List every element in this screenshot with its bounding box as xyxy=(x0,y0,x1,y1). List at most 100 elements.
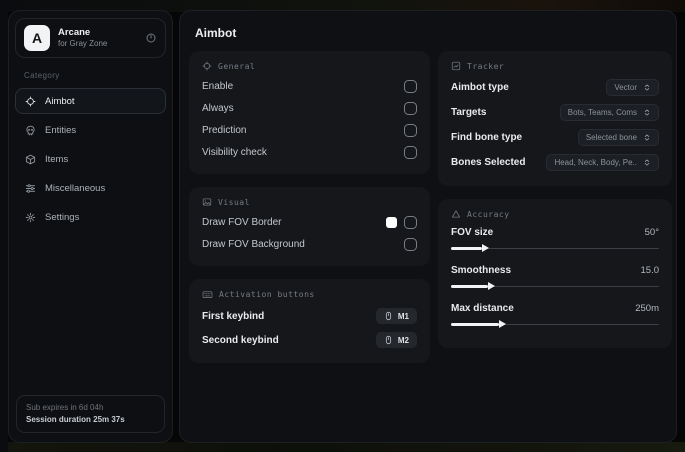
max-distance-slider[interactable] xyxy=(451,319,659,329)
toggle-row-prediction: Prediction xyxy=(202,119,417,141)
trend-icon xyxy=(451,61,461,71)
tracker-row-aimbot-type: Aimbot type Vector xyxy=(451,75,659,100)
slider-fill xyxy=(451,282,496,291)
fov-size-slider[interactable] xyxy=(451,243,659,253)
visual-card: Visual Draw FOV Border Draw FOV Backgrou… xyxy=(189,187,430,266)
app-logo: A xyxy=(24,25,50,51)
find-bone-type-dropdown[interactable]: Selected bone xyxy=(577,129,659,146)
main-panel: Aimbot General Enable Always Prediction … xyxy=(179,10,677,443)
max-distance-control: Max distance 250m xyxy=(451,299,659,329)
prediction-checkbox[interactable] xyxy=(404,123,417,137)
toggle-label: Always xyxy=(202,102,234,114)
sidebar-item-label: Entities xyxy=(45,124,77,136)
keybind-label: First keybind xyxy=(202,310,265,322)
keybind-row-first: First keybind M1 xyxy=(202,304,417,328)
fov-border-color-swatch[interactable] xyxy=(386,216,397,228)
aimbot-type-dropdown[interactable]: Vector xyxy=(606,79,659,96)
right-column: Tracker Aimbot type Vector Targets Bots,… xyxy=(438,51,672,361)
toggle-label: Draw FOV Background xyxy=(202,238,305,250)
slider-label: FOV size xyxy=(451,226,494,238)
slider-fill xyxy=(451,320,506,329)
sliders-icon xyxy=(25,183,36,194)
triangle-icon xyxy=(451,209,461,219)
sidebar-nav: Aimbot Entities Items Miscellaneous Sett… xyxy=(9,88,172,230)
app-subtitle: for Gray Zone xyxy=(58,38,108,48)
sidebar-item-entities[interactable]: Entities xyxy=(15,117,166,143)
first-keybind-button[interactable]: M1 xyxy=(375,308,417,324)
keybind-label: Second keybind xyxy=(202,334,279,346)
dropdown-value: Bots, Teams, Coms xyxy=(567,108,637,117)
fov-border-checkbox[interactable] xyxy=(404,215,417,229)
sidebar-item-label: Miscellaneous xyxy=(45,182,106,194)
dropdown-value: Head, Neck, Body, Pe.. xyxy=(554,158,637,167)
tracker-label: Find bone type xyxy=(451,132,523,143)
sidebar-item-label: Items xyxy=(45,153,69,165)
keybind-value: M2 xyxy=(397,335,409,345)
sidebar: A Arcane for Gray Zone Category Aimbot E… xyxy=(8,10,173,443)
toggle-label: Enable xyxy=(202,80,234,92)
gear-icon xyxy=(25,212,36,223)
app-header: A Arcane for Gray Zone xyxy=(15,18,166,58)
session-duration-text: Session duration 25m 37s xyxy=(26,415,125,424)
slider-value: 50° xyxy=(644,226,659,238)
app-name: Arcane xyxy=(58,27,91,39)
keybind-value: M1 xyxy=(397,311,409,321)
toggle-row-fov-background: Draw FOV Background xyxy=(202,233,417,255)
section-header: General xyxy=(218,61,256,71)
box-icon xyxy=(25,154,36,165)
tracker-card: Tracker Aimbot type Vector Targets Bots,… xyxy=(438,51,672,186)
unfold-icon xyxy=(643,108,651,117)
always-checkbox[interactable] xyxy=(404,101,417,115)
page-title: Aimbot xyxy=(195,26,237,40)
toggle-row-visibility-check: Visibility check xyxy=(202,141,417,163)
visibility-check-checkbox[interactable] xyxy=(404,145,417,159)
category-label: Category xyxy=(24,71,60,80)
game-backdrop-left xyxy=(0,0,8,452)
fov-size-control: FOV size 50° xyxy=(451,223,659,253)
skull-icon xyxy=(25,125,36,136)
toggle-label: Visibility check xyxy=(202,146,267,158)
section-header: Accuracy xyxy=(467,209,510,219)
tracker-label: Aimbot type xyxy=(451,82,509,93)
smoothness-slider[interactable] xyxy=(451,281,659,291)
second-keybind-button[interactable]: M2 xyxy=(375,332,417,348)
keyboard-icon xyxy=(202,289,213,300)
bones-selected-dropdown[interactable]: Head, Neck, Body, Pe.. xyxy=(546,154,659,171)
sidebar-item-settings[interactable]: Settings xyxy=(15,204,166,230)
sidebar-item-label: Aimbot xyxy=(45,95,75,107)
sidebar-item-miscellaneous[interactable]: Miscellaneous xyxy=(15,175,166,201)
slider-fill xyxy=(451,244,490,253)
slider-value: 250m xyxy=(635,302,659,314)
tracker-row-bones-selected: Bones Selected Head, Neck, Body, Pe.. xyxy=(451,150,659,175)
dropdown-value: Selected bone xyxy=(585,133,637,142)
fov-background-checkbox[interactable] xyxy=(404,237,417,251)
tracker-label: Targets xyxy=(451,107,487,118)
slider-thumb[interactable] xyxy=(488,282,496,291)
enable-checkbox[interactable] xyxy=(404,79,417,93)
left-column: General Enable Always Prediction Visibil… xyxy=(189,51,430,376)
toggle-label: Draw FOV Border xyxy=(202,216,282,228)
tracker-row-find-bone-type: Find bone type Selected bone xyxy=(451,125,659,150)
sidebar-item-items[interactable]: Items xyxy=(15,146,166,172)
crosshair-icon xyxy=(25,96,36,107)
unfold-icon xyxy=(643,133,651,142)
slider-value: 15.0 xyxy=(640,264,660,276)
game-backdrop-bottom xyxy=(0,442,685,452)
sub-expiry-text: Sub expires in 6d 04h xyxy=(26,403,104,412)
unfold-icon xyxy=(643,158,651,167)
toggle-label: Prediction xyxy=(202,124,247,136)
power-icon xyxy=(145,32,157,44)
activation-card: Activation buttons First keybind M1 Seco… xyxy=(189,279,430,363)
slider-thumb[interactable] xyxy=(498,320,506,329)
sidebar-item-aimbot[interactable]: Aimbot xyxy=(15,88,166,114)
dropdown-value: Vector xyxy=(614,83,637,92)
power-button[interactable] xyxy=(145,32,157,44)
slider-thumb[interactable] xyxy=(482,244,490,253)
section-header: Visual xyxy=(218,197,250,207)
toggle-row-fov-border: Draw FOV Border xyxy=(202,211,417,233)
keybind-row-second: Second keybind M2 xyxy=(202,328,417,352)
targets-dropdown[interactable]: Bots, Teams, Coms xyxy=(559,104,659,121)
smoothness-control: Smoothness 15.0 xyxy=(451,261,659,291)
unfold-icon xyxy=(643,83,651,92)
toggle-row-enable: Enable xyxy=(202,75,417,97)
